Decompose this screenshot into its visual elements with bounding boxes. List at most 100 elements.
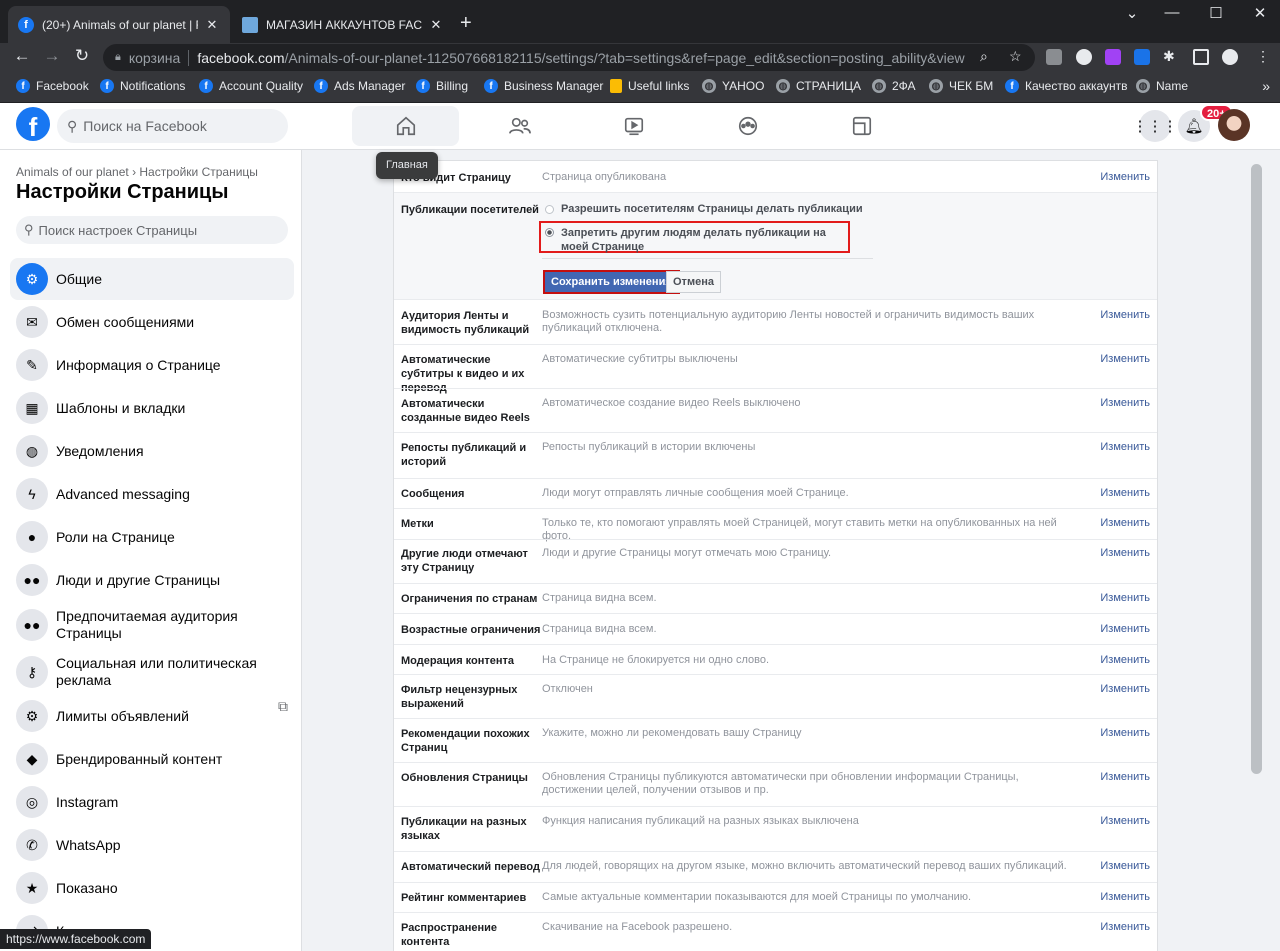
bookmark-facebook[interactable]: f Facebook bbox=[16, 79, 89, 93]
zoom-icon[interactable]: ⌕ bbox=[980, 48, 988, 65]
sidebar-item-branded-content[interactable]: ◆ Брендированный контент bbox=[10, 738, 294, 780]
bookmark-star-icon[interactable]: ☆ bbox=[1009, 48, 1022, 65]
sidebar-item-page-roles[interactable]: ● Роли на Странице bbox=[10, 516, 294, 558]
close-tab-icon[interactable]: ✕ bbox=[204, 17, 220, 33]
edit-link[interactable]: Изменить bbox=[1100, 654, 1150, 666]
edit-link[interactable]: Изменить bbox=[1100, 771, 1150, 783]
profile-icon[interactable] bbox=[1222, 49, 1238, 65]
nav-gaming[interactable] bbox=[808, 106, 915, 146]
edit-link[interactable]: Изменить bbox=[1100, 815, 1150, 827]
settings-row-multilingual[interactable]: Публикации на разных языках Функция напи… bbox=[394, 806, 1157, 851]
settings-row-similar-pages[interactable]: Рекомендации похожих Страниц Укажите, мо… bbox=[394, 718, 1157, 762]
radio-deny-posts[interactable]: Запретить другим людям делать публикации… bbox=[545, 226, 835, 254]
sidebar-item-templates[interactable]: ▦ Шаблоны и вкладки bbox=[10, 387, 294, 429]
menu-dots-icon[interactable]: ⋮ bbox=[1256, 48, 1270, 65]
edit-link[interactable]: Изменить bbox=[1100, 353, 1150, 365]
settings-row-profanity-filter[interactable]: Фильтр нецензурных выражений Отключен Из… bbox=[394, 674, 1157, 718]
sidebar-item-preferred-audience[interactable]: ●● Предпочитаемая аудитория Страницы bbox=[10, 602, 294, 648]
settings-row-tags[interactable]: Метки Только те, кто помогают управлять … bbox=[394, 508, 1157, 542]
reload-button[interactable]: ↻ bbox=[70, 46, 94, 66]
edit-link[interactable]: Изменить bbox=[1100, 683, 1150, 695]
bookmark-business-manager[interactable]: f Business Manager bbox=[484, 79, 603, 93]
sidebar-item-whatsapp[interactable]: ✆ WhatsApp bbox=[10, 824, 294, 866]
bookmark-account-quality[interactable]: f Account Quality bbox=[199, 79, 303, 93]
cancel-button[interactable]: Отмена bbox=[666, 271, 721, 293]
minimize-button[interactable]: — bbox=[1152, 4, 1192, 21]
close-tab-icon[interactable]: ✕ bbox=[428, 17, 444, 33]
side-panel-icon[interactable] bbox=[1193, 49, 1209, 65]
sidebar-item-advanced-messaging[interactable]: ϟ Advanced messaging bbox=[10, 473, 294, 515]
settings-search-input[interactable]: ⚲ Поиск настроек Страницы bbox=[16, 216, 288, 244]
maximize-button[interactable]: ☐ bbox=[1196, 4, 1236, 22]
settings-row-country-restrictions[interactable]: Ограничения по странам Страница видна вс… bbox=[394, 583, 1157, 613]
puzzle-icon[interactable]: ✱ bbox=[1163, 48, 1175, 65]
address-bar[interactable]: 🔒︎ корзина facebook.com /Animals-of-our-… bbox=[103, 44, 1035, 71]
radio-allow-posts[interactable]: Разрешить посетителям Страницы делать пу… bbox=[545, 203, 863, 215]
bookmark-2fa[interactable]: ◍ 2ФА bbox=[872, 79, 916, 93]
browser-tab-active[interactable]: f (20+) Animals of our planet | Fac ✕ bbox=[8, 6, 230, 43]
bookmark-name[interactable]: ◍ Name bbox=[1136, 79, 1188, 93]
edit-link[interactable]: Изменить bbox=[1100, 592, 1150, 604]
sidebar-item-political-ads[interactable]: ⚷ Социальная или политическая реклама bbox=[10, 649, 294, 695]
settings-row-messages[interactable]: Сообщения Люди могут отправлять личные с… bbox=[394, 478, 1157, 508]
menu-grid-icon[interactable]: ⋮⋮⋮ bbox=[1133, 110, 1178, 142]
edit-link[interactable]: Изменить bbox=[1100, 727, 1150, 739]
settings-row-story-reposts[interactable]: Репосты публикаций и историй Репосты пуб… bbox=[394, 432, 1157, 478]
nav-friends[interactable] bbox=[466, 106, 573, 146]
bookmark-ads-manager[interactable]: f Ads Manager bbox=[314, 79, 405, 93]
back-button[interactable]: ← bbox=[10, 46, 34, 66]
sidebar-item-people[interactable]: ●● Люди и другие Страницы bbox=[10, 559, 294, 601]
bookmark-check-bm[interactable]: ◍ ЧЕК БМ bbox=[929, 79, 993, 93]
settings-row-visibility[interactable]: Кто видит Страницу Страница опубликована… bbox=[394, 161, 1157, 192]
bookmarks-overflow-icon[interactable]: » bbox=[1262, 78, 1270, 94]
nav-groups[interactable] bbox=[694, 106, 801, 146]
forward-button[interactable]: → bbox=[40, 46, 64, 66]
extension-code-icon[interactable] bbox=[1046, 49, 1062, 65]
radio-button-selected[interactable] bbox=[545, 228, 554, 237]
edit-link[interactable]: Изменить bbox=[1100, 921, 1150, 933]
browser-tab[interactable]: МАГАЗИН АККАУНТОВ FACEBOO ✕ bbox=[232, 6, 454, 43]
edit-link[interactable]: Изменить bbox=[1100, 441, 1150, 453]
external-link-icon[interactable]: ⧉ bbox=[278, 698, 288, 715]
sidebar-item-instagram[interactable]: ◎ Instagram bbox=[10, 781, 294, 823]
tab-search-icon[interactable]: ⌄ bbox=[1112, 4, 1152, 22]
sidebar-item-page-info[interactable]: ✎ Информация о Странице bbox=[10, 344, 294, 386]
settings-row-feed-audience[interactable]: Аудитория Ленты и видимость публикаций В… bbox=[394, 299, 1157, 344]
settings-row-comment-ranking[interactable]: Рейтинг комментариев Самые актуальные ко… bbox=[394, 882, 1157, 912]
sidebar-item-notifications[interactable]: ◍ Уведомления bbox=[10, 430, 294, 472]
sidebar-item-ad-limits[interactable]: ⚙ Лимиты объявлений ⧉ bbox=[10, 695, 294, 737]
edit-link[interactable]: Изменить bbox=[1100, 547, 1150, 559]
scrollbar-thumb[interactable] bbox=[1251, 164, 1262, 774]
edit-link[interactable]: Изменить bbox=[1100, 487, 1150, 499]
settings-row-auto-captions[interactable]: Автоматические субтитры к видео и их пер… bbox=[394, 344, 1157, 394]
edit-link[interactable]: Изменить bbox=[1100, 623, 1150, 635]
edit-link[interactable]: Изменить bbox=[1100, 891, 1150, 903]
settings-row-age-restrictions[interactable]: Возрастные ограничения Страница видна вс… bbox=[394, 613, 1157, 644]
bookmark-useful-links[interactable]: Useful links bbox=[610, 79, 689, 93]
bookmark-notifications[interactable]: f Notifications bbox=[100, 79, 185, 93]
facebook-logo[interactable]: f bbox=[16, 107, 50, 141]
bookmark-account-quality-ru[interactable]: f Качество аккаунтв bbox=[1005, 79, 1128, 93]
bookmark-stranitsa[interactable]: ◍ СТРАНИЦА bbox=[776, 79, 861, 93]
edit-link[interactable]: Изменить bbox=[1100, 171, 1150, 183]
save-changes-button[interactable]: Сохранить изменения bbox=[543, 270, 680, 294]
bookmark-yahoo[interactable]: ◍ YAHOO bbox=[702, 79, 764, 93]
extension-icon[interactable] bbox=[1105, 49, 1121, 65]
edit-link[interactable]: Изменить bbox=[1100, 517, 1150, 529]
extension-icon[interactable] bbox=[1076, 49, 1092, 65]
settings-row-page-updates[interactable]: Обновления Страницы Обновления Страницы … bbox=[394, 762, 1157, 806]
window-close-button[interactable]: ✕ bbox=[1240, 4, 1280, 22]
settings-row-content-distribution[interactable]: Распространение контента Скачивание на F… bbox=[394, 912, 1157, 951]
extension-icon[interactable] bbox=[1134, 49, 1150, 65]
bookmark-billing[interactable]: f Billing bbox=[416, 79, 468, 93]
nav-watch[interactable] bbox=[580, 106, 687, 146]
edit-link[interactable]: Изменить bbox=[1100, 860, 1150, 872]
sidebar-item-messaging[interactable]: ✉ Обмен сообщениями bbox=[10, 301, 294, 343]
settings-row-moderation[interactable]: Модерация контента На Странице не блокир… bbox=[394, 644, 1157, 674]
nav-home[interactable] bbox=[352, 106, 459, 146]
new-tab-button[interactable]: + bbox=[460, 12, 472, 35]
settings-row-mentions[interactable]: Другие люди отмечают эту Страницу Люди и… bbox=[394, 539, 1157, 583]
edit-link[interactable]: Изменить bbox=[1100, 309, 1150, 321]
breadcrumb[interactable]: Animals of our planet › Настройки Страни… bbox=[16, 165, 258, 179]
avatar[interactable] bbox=[1218, 109, 1250, 141]
